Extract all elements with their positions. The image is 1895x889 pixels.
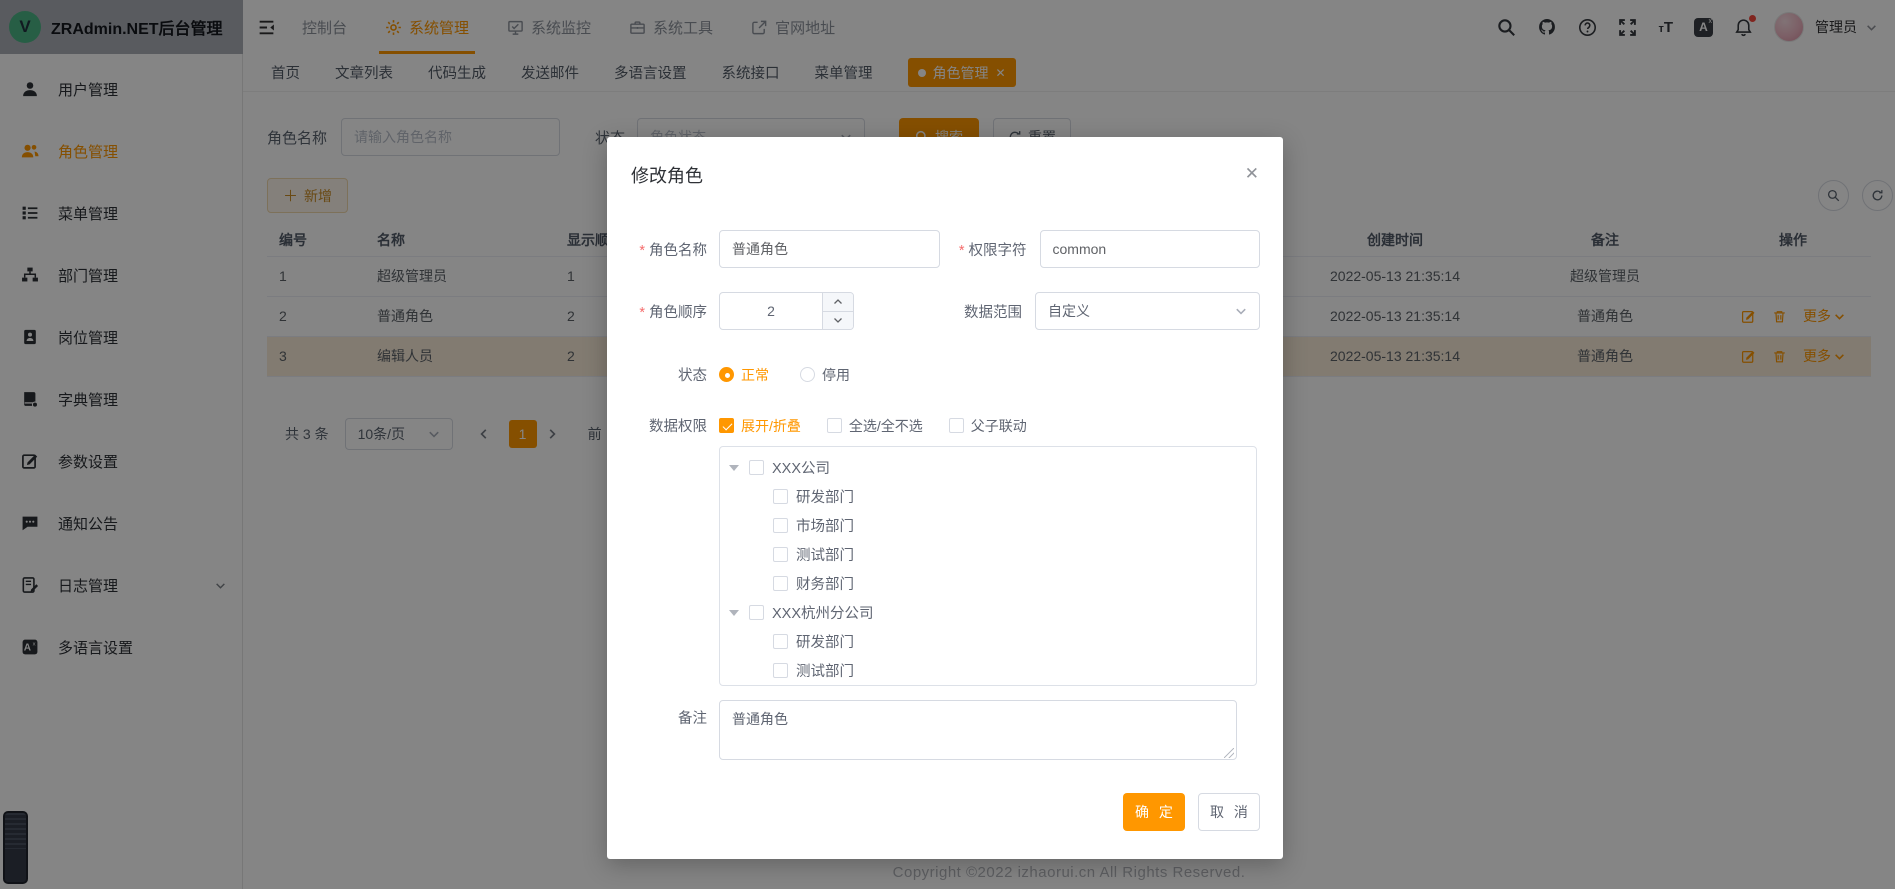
tree-node-label: 市场部门 [796,515,854,536]
tree-node-child[interactable]: 财务部门 [720,569,1256,598]
tree-node-child[interactable]: 研发部门 [720,627,1256,656]
tree-node-checkbox[interactable] [749,460,764,475]
role-key-label: 权限字符 [940,239,1026,260]
form-row-tree: XXX公司 研发部门 市场部门 测试部门 财务部门 [607,446,1283,686]
dialog-footer: 确 定 取 消 [1123,793,1260,831]
tree-node-checkbox[interactable] [773,489,788,504]
dialog-title: 修改角色 [631,162,703,188]
expand-collapse-checkbox[interactable]: 展开/折叠 [719,416,801,436]
dialog-body: 角色名称 权限字符 角色顺序 2 数据范围 自定义 [607,230,1283,787]
checkbox-unchecked-icon [949,418,964,433]
form-row-order-scope: 角色顺序 2 数据范围 自定义 [607,292,1283,330]
tree-node-checkbox[interactable] [773,634,788,649]
select-all-label: 全选/全不选 [849,416,923,436]
role-name-label: 角色名称 [607,239,707,260]
tree-node-label: 财务部门 [796,573,854,594]
tree-node-checkbox[interactable] [773,576,788,591]
tree-node-checkbox[interactable] [749,605,764,620]
tree-node-parent[interactable]: XXX公司 [720,453,1256,482]
status-radio-group: 正常 停用 [719,365,850,385]
remark-label: 备注 [607,709,707,729]
data-scope-select[interactable]: 自定义 [1035,292,1260,330]
tree-node-checkbox[interactable] [773,663,788,678]
role-key-input[interactable] [1040,230,1261,268]
tree-node-child[interactable]: 研发部门 [720,482,1256,511]
checkbox-unchecked-icon [827,418,842,433]
form-row-name-key: 角色名称 权限字符 [607,230,1283,268]
tree-node-checkbox[interactable] [773,518,788,533]
select-all-checkbox[interactable]: 全选/全不选 [827,416,923,436]
tree-expand-caret-icon[interactable] [729,465,739,471]
tree-node-child[interactable]: 市场部门 [720,511,1256,540]
increase-order-icon[interactable] [823,293,853,312]
data-permission-label: 数据权限 [607,415,707,436]
role-order-value: 2 [720,293,822,329]
data-permission-checkboxes: 展开/折叠 全选/全不选 父子联动 [719,416,1027,436]
role-order-stepper[interactable]: 2 [719,292,854,330]
remark-textarea[interactable]: 普通角色 [719,700,1237,760]
tree-node-parent[interactable]: XXX杭州分公司 [720,598,1256,627]
tree-node-child[interactable]: 测试部门 [720,656,1256,685]
close-dialog-icon[interactable]: ✕ [1245,165,1259,182]
checkbox-checked-icon [719,418,734,433]
tree-node-label: XXX杭州分公司 [772,602,874,623]
tree-node-label: 测试部门 [796,544,854,565]
status-radio-normal[interactable]: 正常 [719,365,769,385]
data-scope-label: 数据范围 [934,301,1022,322]
parent-child-link-label: 父子联动 [971,416,1027,436]
role-name-input[interactable] [719,230,940,268]
expand-collapse-label: 展开/折叠 [741,416,801,436]
form-row-data-permission: 数据权限 展开/折叠 全选/全不选 父子联动 [607,415,1283,436]
tree-node-label: 研发部门 [796,486,854,507]
tree-node-label: 测试部门 [796,660,854,681]
decrease-order-icon[interactable] [823,312,853,330]
tree-node-checkbox[interactable] [773,547,788,562]
status-label: 状态 [607,364,707,385]
data-scope-value: 自定义 [1048,301,1235,321]
chevron-down-icon [1235,305,1247,317]
radio-selected-icon [719,367,734,382]
parent-child-link-checkbox[interactable]: 父子联动 [949,416,1027,436]
form-row-status: 状态 正常 停用 [607,364,1283,385]
tree-node-label: XXX公司 [772,457,830,478]
status-normal-label: 正常 [741,365,769,385]
department-tree: XXX公司 研发部门 市场部门 测试部门 财务部门 [719,446,1257,686]
form-row-remark: 备注 普通角色 [607,700,1283,763]
confirm-button[interactable]: 确 定 [1123,793,1185,831]
edit-role-dialog: 修改角色 ✕ 角色名称 权限字符 角色顺序 2 数据范围 [607,137,1283,859]
cancel-button[interactable]: 取 消 [1198,793,1260,831]
tree-node-child[interactable]: 测试部门 [720,540,1256,569]
role-order-label: 角色顺序 [607,301,707,322]
status-radio-disabled[interactable]: 停用 [800,365,850,385]
tree-node-label: 研发部门 [796,631,854,652]
radio-unselected-icon [800,367,815,382]
status-disabled-label: 停用 [822,365,850,385]
tree-expand-caret-icon[interactable] [729,610,739,616]
